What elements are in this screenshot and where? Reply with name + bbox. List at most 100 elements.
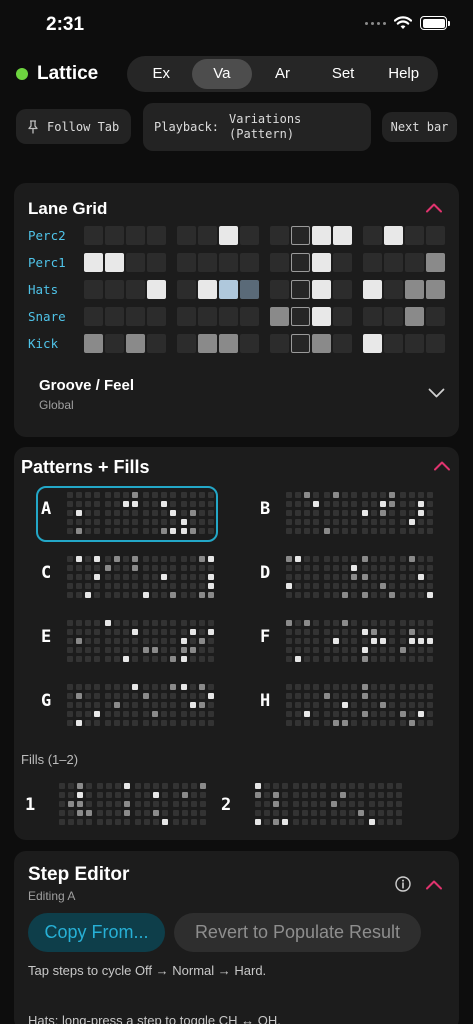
lane-step[interactable] — [147, 253, 166, 272]
pattern-label-a[interactable]: A — [41, 499, 51, 519]
lane-step[interactable] — [333, 334, 352, 353]
lane-step[interactable] — [240, 307, 259, 326]
lane-step[interactable] — [426, 307, 445, 326]
lane-step[interactable] — [105, 307, 124, 326]
lane-step[interactable] — [405, 334, 424, 353]
lane-step[interactable] — [126, 253, 145, 272]
lane-step[interactable] — [177, 307, 196, 326]
lane-step[interactable] — [240, 253, 259, 272]
expand-chevron-down-icon[interactable] — [428, 388, 445, 398]
lane-step[interactable] — [177, 226, 196, 245]
follow-tab-button[interactable]: Follow Tab — [16, 109, 131, 144]
collapse-chevron-up-icon[interactable] — [425, 879, 443, 890]
lane-step[interactable] — [291, 226, 310, 245]
lane-step[interactable] — [84, 307, 103, 326]
tab-set[interactable]: Set — [313, 59, 374, 89]
lane-label-hats[interactable]: Hats — [28, 282, 58, 297]
lane-step[interactable] — [177, 334, 196, 353]
lane-step[interactable] — [405, 280, 424, 299]
next-bar-button[interactable]: Next bar — [382, 112, 457, 142]
lane-step[interactable] — [312, 307, 331, 326]
lane-step[interactable] — [333, 226, 352, 245]
lane-step[interactable] — [198, 253, 217, 272]
lane-step[interactable] — [405, 307, 424, 326]
lane-step[interactable] — [363, 307, 382, 326]
info-icon[interactable] — [395, 876, 411, 892]
lane-step[interactable] — [219, 280, 238, 299]
lane-step[interactable] — [105, 253, 124, 272]
lane-step[interactable] — [291, 280, 310, 299]
tab-va[interactable]: Va — [191, 59, 253, 89]
lane-step[interactable] — [240, 226, 259, 245]
lane-step[interactable] — [312, 334, 331, 353]
lane-step[interactable] — [219, 307, 238, 326]
lane-step[interactable] — [270, 253, 289, 272]
lane-step[interactable] — [426, 334, 445, 353]
lane-step[interactable] — [147, 226, 166, 245]
pattern-label-b[interactable]: B — [260, 499, 270, 519]
lane-step[interactable] — [198, 334, 217, 353]
fill-label-2[interactable]: 2 — [221, 795, 231, 815]
lane-step[interactable] — [312, 280, 331, 299]
lane-step[interactable] — [84, 280, 103, 299]
lane-step[interactable] — [270, 226, 289, 245]
lane-step[interactable] — [219, 226, 238, 245]
lane-step[interactable] — [384, 253, 403, 272]
lane-step[interactable] — [312, 253, 331, 272]
lane-step[interactable] — [105, 280, 124, 299]
lane-step[interactable] — [384, 280, 403, 299]
lane-step[interactable] — [240, 280, 259, 299]
lane-step[interactable] — [198, 226, 217, 245]
lane-step[interactable] — [312, 226, 331, 245]
lane-step[interactable] — [426, 280, 445, 299]
lane-step[interactable] — [126, 280, 145, 299]
lane-step[interactable] — [147, 280, 166, 299]
lane-step[interactable] — [198, 280, 217, 299]
lane-step[interactable] — [270, 334, 289, 353]
lane-step[interactable] — [426, 226, 445, 245]
pattern-label-e[interactable]: E — [41, 627, 51, 647]
lane-step[interactable] — [270, 307, 289, 326]
lane-step[interactable] — [240, 334, 259, 353]
fill-label-1[interactable]: 1 — [25, 795, 35, 815]
lane-step[interactable] — [177, 280, 196, 299]
lane-label-snare[interactable]: Snare — [28, 309, 66, 324]
lane-step[interactable] — [84, 334, 103, 353]
lane-step[interactable] — [363, 334, 382, 353]
lane-step[interactable] — [405, 226, 424, 245]
lane-step[interactable] — [177, 253, 196, 272]
lane-step[interactable] — [291, 334, 310, 353]
lane-step[interactable] — [363, 280, 382, 299]
collapse-chevron-up-icon[interactable] — [425, 202, 443, 213]
lane-step[interactable] — [147, 307, 166, 326]
lane-step[interactable] — [333, 253, 352, 272]
lane-step[interactable] — [291, 307, 310, 326]
lane-step[interactable] — [426, 253, 445, 272]
copy-from-button[interactable]: Copy From... — [28, 913, 165, 952]
collapse-chevron-up-icon[interactable] — [433, 460, 451, 471]
playback-selector[interactable]: Playback: Variations (Pattern) — [143, 103, 371, 151]
lane-step[interactable] — [384, 334, 403, 353]
pattern-label-f[interactable]: F — [260, 627, 270, 647]
pattern-label-h[interactable]: H — [260, 691, 270, 711]
lane-step[interactable] — [105, 334, 124, 353]
lane-step[interactable] — [333, 307, 352, 326]
pattern-label-d[interactable]: D — [260, 563, 270, 583]
lane-step[interactable] — [219, 253, 238, 272]
lane-step[interactable] — [384, 307, 403, 326]
lane-step[interactable] — [105, 226, 124, 245]
lane-step[interactable] — [219, 334, 238, 353]
lane-step[interactable] — [126, 226, 145, 245]
lane-step[interactable] — [363, 226, 382, 245]
lane-step[interactable] — [405, 253, 424, 272]
lane-step[interactable] — [270, 280, 289, 299]
tab-help[interactable]: Help — [373, 59, 434, 89]
lane-step[interactable] — [384, 226, 403, 245]
lane-step[interactable] — [198, 307, 217, 326]
lane-step[interactable] — [126, 307, 145, 326]
lane-step[interactable] — [147, 334, 166, 353]
pattern-label-g[interactable]: G — [41, 691, 51, 711]
lane-label-kick[interactable]: Kick — [28, 336, 58, 351]
lane-step[interactable] — [363, 253, 382, 272]
lane-label-perc1[interactable]: Perc1 — [28, 255, 66, 270]
